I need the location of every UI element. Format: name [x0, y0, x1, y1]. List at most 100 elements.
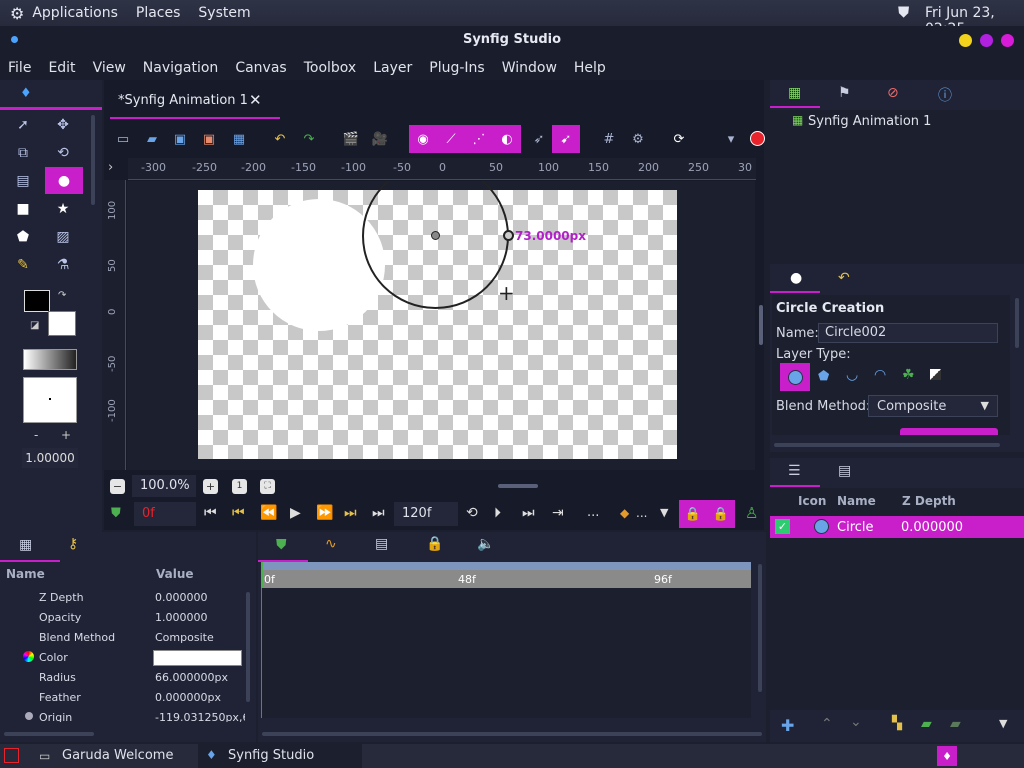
layers-header-zdepth[interactable]: Z Depth — [902, 494, 956, 508]
radius-handle[interactable] — [503, 230, 514, 241]
zoom-field[interactable]: 100.0% — [132, 475, 196, 497]
gradient-tool-icon[interactable]: ▨ — [50, 225, 76, 249]
layer-name[interactable]: Circle — [837, 520, 874, 535]
zoom-out-icon[interactable]: − — [110, 479, 125, 494]
save-all-icon[interactable]: ▦ — [228, 128, 250, 150]
zoom-to-canvas-icon[interactable]: ⛶ — [260, 479, 275, 494]
keyframes-tab-icon[interactable]: ⚷ — [68, 536, 78, 552]
star-tool-icon[interactable]: ★ — [50, 197, 76, 221]
open-file-icon[interactable]: ▰ — [141, 128, 163, 150]
document-tab[interactable]: *Synfig Animation 1 ✕ — [104, 89, 280, 115]
taskbar-item-garuda-welcome[interactable]: ▭ Garuda Welcome — [32, 744, 196, 768]
library-tab-icon[interactable]: ⚑ — [838, 85, 851, 101]
tool-options-hscrollbar[interactable] — [774, 443, 1000, 447]
applications-menu[interactable]: Applications — [32, 5, 118, 21]
current-frame-field[interactable]: 0f — [134, 502, 196, 526]
workspace-switcher-icon[interactable]: ♦ — [937, 746, 957, 766]
redo-icon[interactable]: ↷ — [298, 128, 320, 150]
color-swatch[interactable] — [153, 650, 242, 666]
workarea[interactable]: 73.0000px + — [127, 181, 755, 470]
fill-tool-icon[interactable]: ⚗ — [50, 253, 76, 277]
new-layer-icon[interactable]: ✚ — [781, 716, 794, 735]
show-angle-handles-icon[interactable]: ➹ — [552, 125, 580, 153]
timetrack-tab-icon[interactable]: ⛊ — [276, 537, 287, 553]
toolbox-scrollbar[interactable] — [91, 115, 95, 205]
menu-edit[interactable]: Edit — [48, 60, 75, 76]
layers-header-name[interactable]: Name — [837, 494, 876, 508]
param-row-origin[interactable]: Origin -119.031250px,60 — [0, 708, 245, 722]
menu-file[interactable]: File — [8, 60, 31, 76]
brush-size-decrease[interactable]: - — [34, 428, 38, 442]
horizontal-ruler[interactable]: -300 -250 -200 -150 -100 -50 0 50 100 15… — [128, 158, 756, 180]
params-tab-icon[interactable]: ▦ — [19, 537, 32, 553]
swap-colors-icon[interactable]: ↷ — [58, 290, 66, 301]
param-row-blend-method[interactable]: Blend Method Composite — [0, 628, 245, 648]
param-value[interactable]: 1.000000 — [155, 611, 208, 624]
circle-tool-icon[interactable]: ● — [45, 167, 83, 194]
param-row-color[interactable]: Color — [0, 648, 245, 668]
width-handles-icon[interactable]: ➶ — [528, 128, 550, 150]
preview-icon[interactable]: 🎥 — [369, 128, 391, 150]
toolbar-overflow-icon[interactable]: ▾ — [720, 128, 742, 150]
timetrack-vscrollbar[interactable] — [758, 564, 762, 692]
next-keyframe-icon[interactable]: ⏭ — [344, 505, 357, 521]
grid-icon[interactable]: # — [598, 128, 620, 150]
outline-layer-icon[interactable]: ◡ — [846, 367, 858, 383]
brush-size-field[interactable]: 1.00000 — [22, 448, 78, 468]
animation-mode-toggle-icon[interactable]: ♙ — [745, 504, 758, 522]
plant-layer-icon[interactable]: ☘ — [902, 367, 915, 383]
window-titlebar[interactable]: Synfig Studio — [0, 26, 1024, 55]
save-as-icon[interactable]: ▣ — [198, 128, 220, 150]
show-vertex-handles-icon[interactable]: ⟋ — [437, 125, 465, 153]
distro-logo-icon[interactable]: ⚙ — [10, 4, 24, 23]
onion-skin-icon[interactable]: ⚙ — [627, 128, 649, 150]
loop-icon[interactable]: ⟲ — [466, 505, 478, 521]
rectangle-tool-icon[interactable]: ■ — [10, 197, 36, 221]
prev-keyframe-icon[interactable]: ⏮ — [232, 505, 245, 521]
show-radius-handles-icon[interactable]: ◐ — [493, 125, 521, 153]
render-icon[interactable]: 🎬 — [340, 128, 362, 150]
show-tangent-handles-icon[interactable]: ⋰ — [465, 125, 493, 153]
bounds-end-icon[interactable]: ⏭ — [522, 505, 535, 521]
gradient-swatch[interactable] — [23, 349, 77, 370]
new-file-icon[interactable]: ▭ — [112, 128, 134, 150]
duplicate-layer-icon[interactable]: ▚ — [892, 716, 902, 731]
menu-navigation[interactable]: Navigation — [143, 60, 219, 76]
brush-preview[interactable] — [23, 377, 77, 423]
menu-canvas[interactable]: Canvas — [235, 60, 286, 76]
curve-gradient-layer-icon[interactable] — [930, 369, 941, 380]
seek-begin-icon[interactable]: ⏮ — [204, 505, 217, 521]
future-keyframe-lock-icon[interactable]: 🔒 — [707, 500, 735, 528]
animation-mode-icon[interactable]: ⛊ — [111, 506, 121, 521]
library-tab-icon[interactable]: ▤ — [375, 536, 388, 552]
layers-header-icon[interactable]: Icon — [798, 494, 826, 508]
layers-list[interactable]: Icon Name Z Depth ✓ Circle 0.000000 — [770, 488, 1024, 710]
show-position-handles-icon[interactable]: ◉ — [409, 125, 437, 153]
region-layer-icon[interactable]: ⬟ — [818, 369, 829, 384]
param-value[interactable]: Composite — [155, 631, 214, 644]
lower-layer-icon[interactable]: ⌄ — [850, 714, 862, 730]
more-options-button[interactable]: ... — [587, 505, 599, 520]
text-tool-icon[interactable]: ✎ — [10, 253, 36, 277]
toolbox-tab-icon[interactable]: ♦ — [20, 86, 32, 101]
bounds-start-icon[interactable]: ⏵ — [494, 505, 501, 521]
undo-icon[interactable]: ↶ — [269, 128, 291, 150]
navigator-tab-icon[interactable]: ⊘ — [887, 85, 899, 101]
outline-color-swatch[interactable] — [24, 290, 50, 312]
params-header-name[interactable]: Name — [6, 567, 45, 581]
past-keyframe-lock-icon[interactable]: 🔒 — [679, 500, 707, 528]
menu-help[interactable]: Help — [574, 60, 606, 76]
param-row-radius[interactable]: Radius 66.000000px — [0, 668, 245, 688]
render-stop-icon[interactable] — [750, 131, 765, 146]
param-row-opacity[interactable]: Opacity 1.000000 — [0, 608, 245, 628]
advanced-outline-layer-icon[interactable]: ◠ — [874, 367, 886, 383]
tool-options-scrollbar[interactable] — [1015, 298, 1019, 348]
param-value[interactable]: 0.000000 — [155, 591, 208, 604]
save-icon[interactable]: ▣ — [169, 128, 191, 150]
smooth-move-tool-icon[interactable]: ✥ — [50, 113, 76, 137]
zoom-in-icon[interactable]: + — [203, 479, 218, 494]
shield-icon[interactable]: ⛊ — [898, 3, 909, 21]
end-frame-field[interactable]: 120f — [394, 502, 458, 526]
scale-tool-icon[interactable]: ⧉ — [10, 141, 36, 165]
sound-tab-icon[interactable]: 🔈 — [477, 536, 494, 552]
